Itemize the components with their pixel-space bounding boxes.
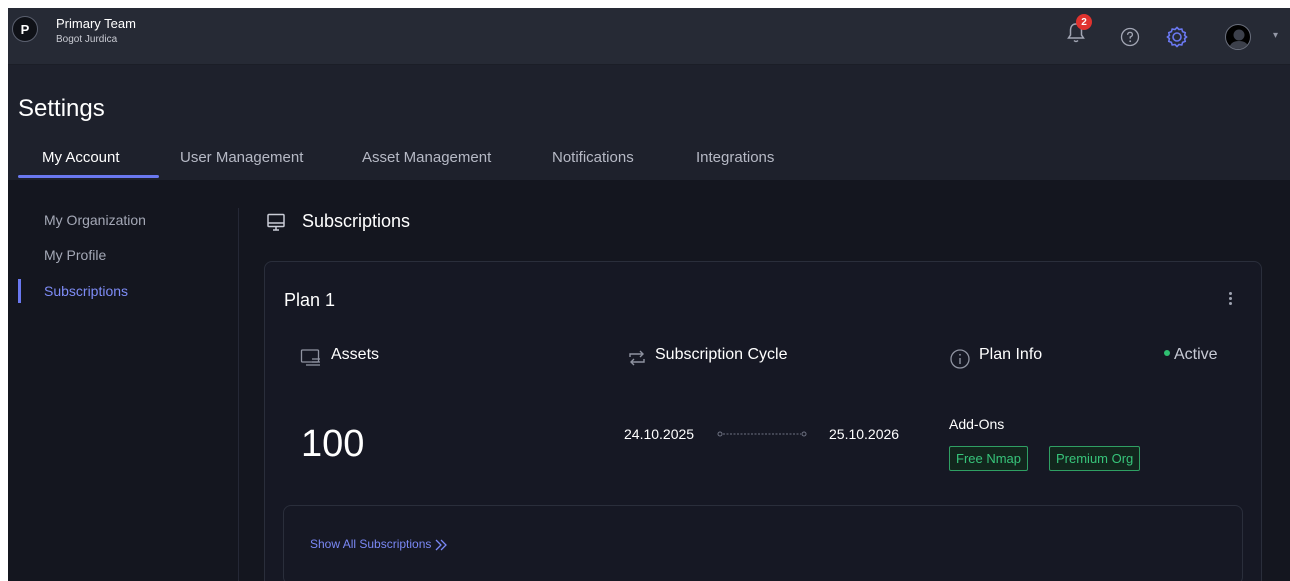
active-tab-indicator [18, 175, 159, 178]
status-text: Active [1174, 346, 1218, 363]
sidebar-divider [238, 208, 239, 581]
more-options-icon[interactable] [1226, 290, 1234, 310]
status-badge: Active [1164, 346, 1218, 364]
sidebar-item-my-profile[interactable]: My Profile [44, 247, 106, 263]
team-avatar[interactable]: P [12, 16, 38, 42]
section-title: Subscriptions [302, 211, 411, 231]
info-icon [950, 349, 970, 369]
repeat-icon [629, 350, 645, 366]
window-frame-left [0, 0, 8, 581]
sidebar-item-subscriptions[interactable]: Subscriptions [44, 283, 128, 299]
plan-info-label: Plan Info [979, 346, 1043, 363]
addons-label: Add-Ons [949, 416, 1005, 432]
plan-name: Plan 1 [284, 290, 336, 310]
help-icon[interactable] [1120, 27, 1140, 47]
sidebar-item-my-organization[interactable]: My Organization [44, 212, 146, 228]
subscription-cycle-label: Subscription Cycle [655, 346, 788, 363]
assets-label: Assets [331, 346, 380, 363]
assets-icon [300, 349, 320, 366]
caret-down-icon[interactable]: ▾ [1273, 30, 1278, 41]
show-all-label: Show All Subscriptions [310, 537, 432, 551]
tab-user-management[interactable]: User Management [180, 149, 303, 166]
tab-integrations[interactable]: Integrations [696, 149, 774, 166]
tab-asset-management[interactable]: Asset Management [362, 149, 491, 166]
tab-my-account[interactable]: My Account [42, 149, 120, 166]
user-avatar[interactable] [1225, 24, 1251, 50]
notification-count-badge: 2 [1076, 14, 1092, 30]
sidebar-active-marker [18, 279, 21, 303]
addon-badge-premium-org: Premium Org [1049, 446, 1141, 471]
double-chevron-right-icon [435, 539, 448, 551]
addon-badge-free-nmap: Free Nmap [949, 446, 1029, 471]
top-bar [8, 8, 1290, 65]
monitor-icon [267, 213, 285, 231]
page-title: Settings [18, 95, 105, 122]
team-name[interactable]: Primary Team [56, 16, 136, 31]
tab-notifications[interactable]: Notifications [552, 149, 634, 166]
window-frame-top [0, 0, 1290, 8]
cycle-timeline [717, 431, 807, 437]
cycle-start-date: 24.10.2025 [624, 426, 695, 442]
cycle-end-date: 25.10.2026 [829, 426, 900, 442]
team-user-name: Bogot Jurdica [56, 34, 118, 45]
gear-icon[interactable] [1165, 25, 1189, 49]
show-all-subscriptions-link[interactable]: Show All Subscriptions [310, 537, 448, 551]
assets-count: 100 [301, 423, 365, 465]
status-dot [1164, 349, 1170, 356]
